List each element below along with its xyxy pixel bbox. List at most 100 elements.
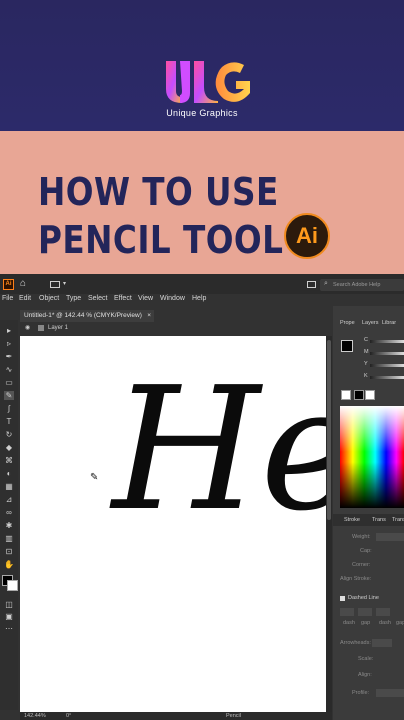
color-spectrum[interactable]: [340, 406, 404, 508]
close-icon[interactable]: ×: [147, 310, 151, 322]
gap-label-2: gap: [396, 620, 404, 626]
curvature-tool-icon[interactable]: ∿: [4, 365, 14, 374]
color-k-label: K: [364, 373, 368, 379]
artboard-tool-icon[interactable]: ⊡: [4, 547, 14, 556]
pencil-cursor-icon: ✎: [90, 472, 99, 483]
menu-window[interactable]: Window: [160, 295, 185, 302]
type-tool-icon[interactable]: T: [4, 417, 14, 426]
menu-select[interactable]: Select: [88, 295, 107, 302]
white-swatch[interactable]: [365, 390, 375, 400]
more-tools-icon[interactable]: ⋯: [4, 624, 14, 633]
eraser-tool-icon[interactable]: ◆: [4, 443, 14, 452]
menu-bar: File Edit Object Type Select Effect View…: [0, 294, 404, 306]
align-stroke-label: Align Stroke:: [340, 576, 372, 582]
color-m-slider[interactable]: [370, 352, 404, 355]
tab-stroke[interactable]: Stroke: [344, 515, 360, 525]
artboard-canvas[interactable]: He ✎: [20, 336, 326, 714]
stroke-weight-field[interactable]: [376, 533, 404, 541]
stroke-corner-label: Corner:: [352, 562, 371, 568]
menu-type[interactable]: Type: [66, 295, 81, 302]
hand-tool-icon[interactable]: ✋: [4, 560, 14, 569]
stroke-cap-label: Cap:: [360, 548, 372, 554]
arrange-documents-icon[interactable]: [307, 281, 316, 288]
arrow-scale-label: Scale:: [358, 656, 374, 662]
tools-panel: ▸ ▹ ✒ ∿ ▭ ✎ ∫ T ↻ ◆ ⌘ ◐ ▦ ⊿ ∞ ✱ ▥ ⊡ ✋ ⌕ …: [0, 320, 18, 710]
arrowhead-start-select[interactable]: [372, 639, 392, 647]
color-y-label: Y: [364, 361, 368, 367]
search-box[interactable]: ⌕ Search Adobe Help: [320, 279, 404, 291]
black-swatch[interactable]: [354, 390, 364, 400]
brand-name: Unique Graphics: [166, 108, 238, 118]
tab-properties[interactable]: Prope: [340, 318, 355, 328]
pencil-tool-icon[interactable]: ✎: [4, 391, 14, 400]
blend-tool-icon[interactable]: ∞: [4, 508, 14, 517]
screen-mode-icon[interactable]: ▣: [4, 612, 14, 621]
gap-label-1: gap: [361, 620, 371, 626]
menu-help[interactable]: Help: [192, 295, 206, 302]
direct-selection-tool-icon[interactable]: ▹: [4, 339, 14, 348]
pencil-drawing: He: [109, 351, 326, 549]
brush-tool-icon[interactable]: ∫: [4, 404, 14, 413]
document-tab[interactable]: Untitled-1* @ 142.44 % (CMYK/Preview) ×: [20, 310, 154, 322]
workspace-switcher-icon[interactable]: [50, 281, 60, 288]
current-tool-name: Pencil: [226, 713, 241, 719]
rotate-tool-icon[interactable]: ↻: [4, 430, 14, 439]
graph-tool-icon[interactable]: ▥: [4, 534, 14, 543]
color-fill-swatch[interactable]: [341, 340, 353, 352]
dash-field-1[interactable]: [340, 608, 354, 616]
chevron-down-icon[interactable]: ▾: [63, 280, 66, 287]
headline-line-2: PENCIL TOOL: [38, 218, 284, 262]
menu-effect[interactable]: Effect: [114, 295, 132, 302]
tab-transparency[interactable]: Trans: [392, 515, 404, 525]
gap-field-1[interactable]: [358, 608, 372, 616]
home-icon[interactable]: ⌂: [20, 279, 26, 289]
status-bar: 142.44% 0° Pencil: [20, 712, 332, 720]
stroke-weight-label: Weight:: [352, 534, 371, 540]
eyedropper-tool-icon[interactable]: ⊿: [4, 495, 14, 504]
arrowheads-label: Arrowheads:: [340, 640, 371, 646]
color-k-slider[interactable]: [370, 376, 404, 379]
menu-edit[interactable]: Edit: [19, 295, 31, 302]
tab-libraries[interactable]: Librar: [382, 318, 396, 328]
color-y-slider[interactable]: [370, 364, 404, 367]
illustrator-badge-icon: Ai: [284, 213, 330, 259]
symbol-sprayer-tool-icon[interactable]: ✱: [4, 521, 14, 530]
selection-tool-icon[interactable]: ▸: [4, 326, 14, 335]
tab-transform[interactable]: Trans: [372, 515, 386, 525]
document-tab-title: Untitled-1* @ 142.44 % (CMYK/Preview): [24, 312, 142, 319]
dashed-line-label: Dashed Line: [348, 595, 379, 601]
canvas-lettering: He: [109, 351, 326, 549]
rotation-value[interactable]: 0°: [66, 712, 71, 720]
layer-bar: ◉ Layer 1: [20, 322, 326, 334]
color-m-label: M: [364, 349, 369, 355]
search-placeholder: Search Adobe Help: [333, 282, 381, 288]
shape-builder-tool-icon[interactable]: ◐: [4, 469, 14, 478]
gradient-tool-icon[interactable]: ▦: [4, 482, 14, 491]
color-c-slider[interactable]: [370, 340, 404, 343]
layer-icon: [38, 325, 44, 331]
menu-object[interactable]: Object: [39, 295, 59, 302]
none-swatch[interactable]: [341, 390, 351, 400]
drawing-modes-icon[interactable]: ◫: [4, 600, 14, 609]
width-tool-icon[interactable]: ⌘: [4, 456, 14, 465]
rectangle-tool-icon[interactable]: ▭: [4, 378, 14, 387]
arrow-align-label: Align:: [358, 672, 372, 678]
visibility-eye-icon[interactable]: ◉: [25, 322, 30, 334]
brand-logo: [166, 61, 250, 103]
menu-file[interactable]: File: [2, 295, 13, 302]
stroke-swatch[interactable]: [7, 580, 18, 591]
app-logo-icon: Ai: [3, 279, 14, 290]
profile-label: Profile:: [352, 690, 370, 696]
dash-field-2[interactable]: [376, 608, 390, 616]
color-c-label: C: [364, 337, 368, 343]
menu-view[interactable]: View: [138, 295, 153, 302]
profile-select[interactable]: [376, 689, 404, 697]
headline-line-1: HOW TO USE: [38, 170, 279, 214]
tab-layers[interactable]: Layers: [362, 318, 379, 328]
search-icon: ⌕: [324, 280, 328, 287]
pen-tool-icon[interactable]: ✒: [4, 352, 14, 361]
zoom-level[interactable]: 142.44%: [24, 712, 46, 720]
layer-name: Layer 1: [48, 325, 69, 331]
scrollbar-thumb[interactable]: [327, 340, 331, 520]
dashed-line-checkbox[interactable]: [340, 596, 345, 601]
